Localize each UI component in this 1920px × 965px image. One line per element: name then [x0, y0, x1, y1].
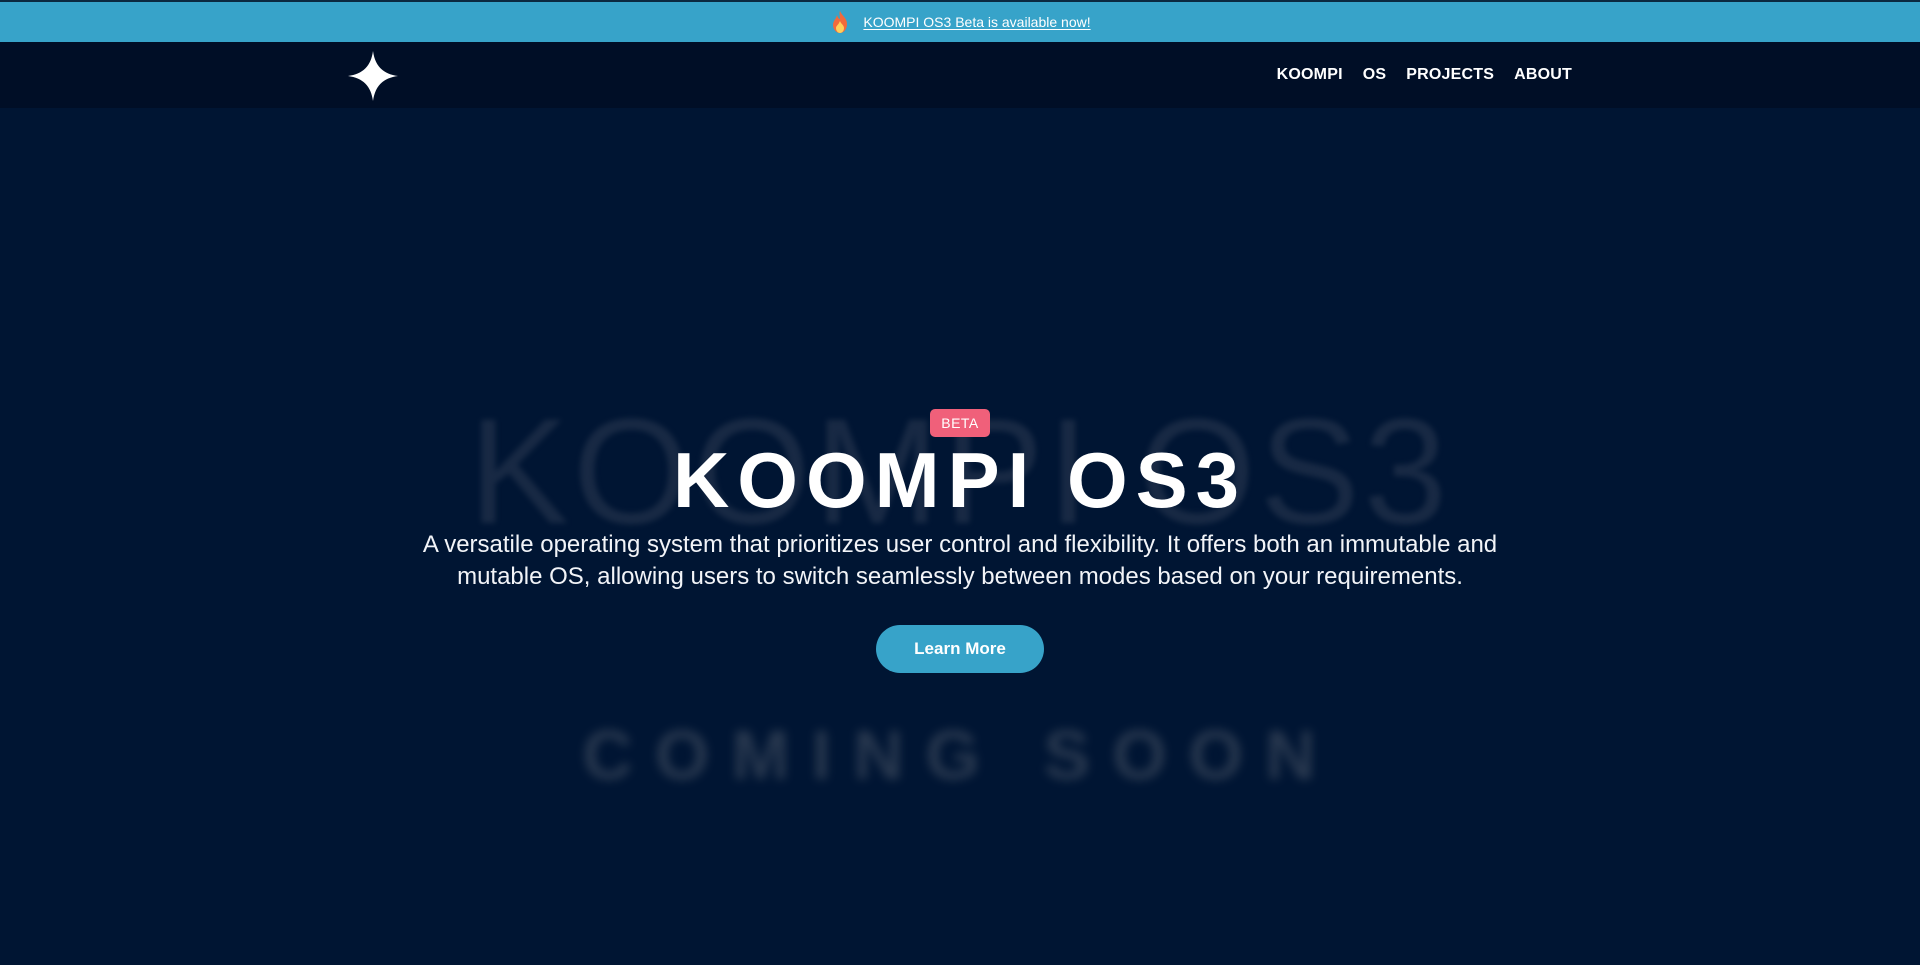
hero-description: A versatile operating system that priori…: [422, 531, 1498, 590]
hero-title: KOOMPI OS3: [672, 436, 1248, 524]
nav-links: KOOMPI OS PROJECTS ABOUT: [1277, 42, 1572, 108]
announcement-link[interactable]: KOOMPI OS3 Beta is available now!: [863, 14, 1090, 30]
nav-link-projects[interactable]: PROJECTS: [1406, 66, 1494, 84]
beta-badge: BETA: [930, 409, 990, 437]
navbar: KOOMPI OS PROJECTS ABOUT: [0, 42, 1920, 108]
learn-more-button[interactable]: Learn More: [876, 625, 1044, 673]
nav-link-about[interactable]: ABOUT: [1514, 66, 1572, 84]
nav-link-os[interactable]: OS: [1363, 66, 1387, 84]
announcement-bar: KOOMPI OS3 Beta is available now!: [0, 0, 1920, 42]
hero-section: KOOMPI OS3 BETA KOOMPI OS3 A versatile o…: [0, 108, 1920, 965]
four-point-star-logo-icon[interactable]: [347, 50, 399, 102]
nav-link-koompi[interactable]: KOOMPI: [1277, 66, 1343, 84]
fire-icon: [829, 10, 851, 34]
coming-soon-text: COMING SOON: [582, 716, 1338, 794]
